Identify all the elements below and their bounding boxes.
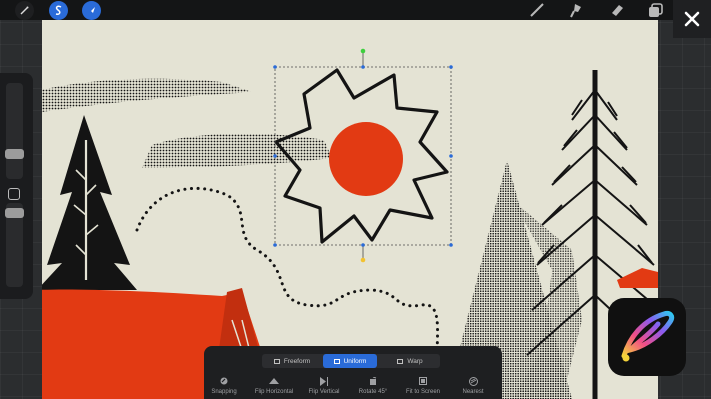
- procreate-logo-icon: [621, 311, 675, 362]
- flip-horizontal-icon: [269, 376, 279, 386]
- brush-size-slider[interactable]: [6, 83, 23, 179]
- transform-arrow-icon[interactable]: [82, 1, 101, 20]
- uniform-icon: [333, 358, 340, 364]
- rotate-handle[interactable]: [360, 48, 366, 54]
- brush-icon[interactable]: [526, 1, 548, 19]
- mode-uniform[interactable]: Uniform: [323, 354, 377, 368]
- flip-horizontal-button[interactable]: Flip Horizontal: [252, 376, 296, 399]
- eraser-icon[interactable]: [606, 1, 628, 19]
- top-toolbar: [0, 0, 711, 20]
- fit-to-screen-icon: [419, 376, 427, 386]
- nearest-icon: [468, 376, 478, 386]
- close-button[interactable]: [673, 0, 711, 38]
- fit-to-screen-button[interactable]: Fit to Screen: [404, 376, 442, 399]
- snapping-button[interactable]: Snapping: [208, 376, 240, 399]
- opacity-handle[interactable]: [5, 208, 24, 218]
- cloud-streak: [142, 133, 332, 168]
- rotate-45-button[interactable]: Rotate 45°: [356, 376, 390, 399]
- mode-freeform[interactable]: Freeform: [264, 354, 320, 368]
- snapping-icon: [220, 376, 228, 386]
- layers-icon[interactable]: [645, 1, 667, 19]
- brush-size-handle[interactable]: [5, 149, 24, 159]
- flip-vertical-icon: [319, 376, 329, 386]
- nearest-button[interactable]: Nearest: [458, 376, 488, 399]
- close-icon: [684, 11, 700, 27]
- flip-vertical-button[interactable]: Flip Vertical: [306, 376, 342, 399]
- pine-tree: [42, 115, 137, 290]
- pivot-handle[interactable]: [360, 257, 366, 263]
- smudge-icon[interactable]: [565, 1, 587, 19]
- procreate-logo: [608, 298, 686, 376]
- left-sidebar: [0, 73, 33, 299]
- transform-toolbar: Freeform Uniform Warp Snapping Flip Hori…: [204, 346, 502, 399]
- cloud-streak: [42, 78, 252, 112]
- mode-warp[interactable]: Warp: [382, 354, 438, 368]
- drawing-canvas[interactable]: [42, 20, 658, 399]
- modify-button[interactable]: [8, 188, 20, 200]
- magic-wand-icon[interactable]: [15, 1, 34, 20]
- warp-icon: [397, 358, 404, 364]
- transform-mode-selector: Freeform Uniform Warp: [262, 354, 440, 368]
- freeform-icon: [273, 358, 280, 364]
- adjustments-s-icon[interactable]: [49, 1, 68, 20]
- transform-actions: Snapping Flip Horizontal Flip Vertical R…: [204, 376, 502, 399]
- rotate-icon: [369, 376, 377, 386]
